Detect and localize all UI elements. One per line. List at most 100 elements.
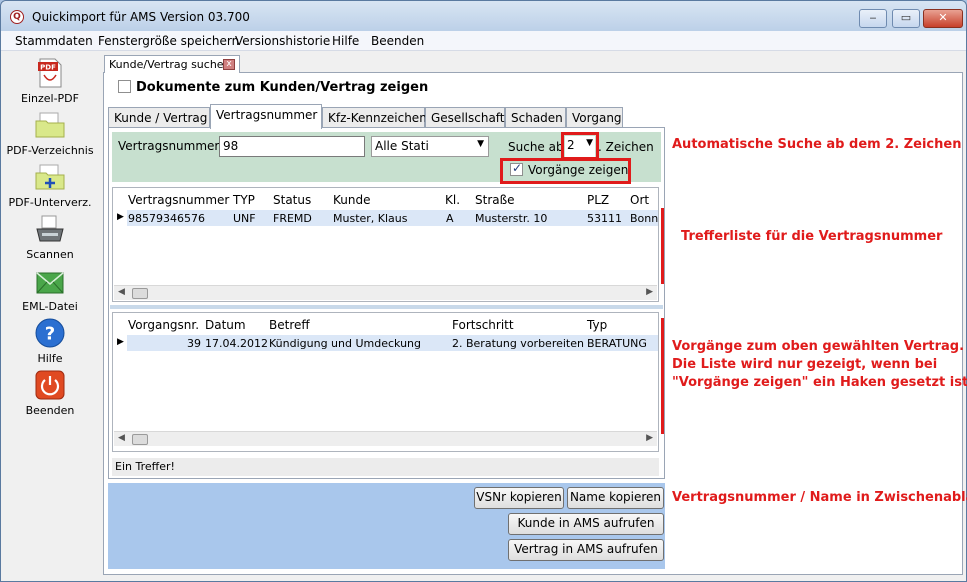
sidebar-item-eml-datei[interactable]: EML-Datei xyxy=(0,265,100,313)
chevron-down-icon: ▼ xyxy=(477,139,484,149)
chars-label: . Zeichen xyxy=(598,140,654,154)
copy-vsnr-button[interactable]: VSNr kopieren xyxy=(474,487,564,509)
contract-number-input[interactable]: 98 xyxy=(219,136,365,157)
sidebar-item-pdf-unterverz[interactable]: PDF-Unterverz. xyxy=(0,161,100,209)
scroll-thumb[interactable] xyxy=(132,434,148,445)
column-header[interactable]: PLZ xyxy=(587,193,609,207)
cell: Muster, Klaus xyxy=(333,212,408,225)
folder-icon xyxy=(34,109,66,141)
tab-kfz-kennzeichen[interactable]: Kfz-Kennzeichen xyxy=(322,107,427,128)
scroll-right-icon[interactable]: ▶ xyxy=(646,433,653,443)
open-customer-button[interactable]: Kunde in AMS aufrufen xyxy=(508,513,664,535)
tab-gesellschaft[interactable]: Gesellschaft xyxy=(425,107,505,128)
column-header[interactable]: Status xyxy=(273,193,311,207)
sidebar-item-pdf-verzeichnis[interactable]: PDF-Verzeichnis xyxy=(0,109,100,157)
sidebar: PDF Einzel-PDF PDF-Verzeichnis PDF-Unter… xyxy=(0,51,100,581)
cell: 98579346576 xyxy=(128,212,205,225)
sidebar-label: Beenden xyxy=(25,404,75,417)
scroll-left-icon[interactable]: ◀ xyxy=(118,287,125,297)
column-header[interactable]: Straße xyxy=(475,193,515,207)
minimize-button[interactable]: ‒ xyxy=(859,9,887,28)
horizontal-scrollbar[interactable]: ◀ ▶ xyxy=(114,431,657,446)
menu-hilfe[interactable]: Hilfe xyxy=(332,34,359,48)
scroll-left-icon[interactable]: ◀ xyxy=(118,433,125,443)
cell: UNF xyxy=(233,212,256,225)
cell: 2. Beratung vorbereiten xyxy=(452,337,584,350)
tab-vertragsnummer[interactable]: Vertragsnummer xyxy=(210,104,322,129)
pdf-icon: PDF xyxy=(34,57,66,89)
processes-grid: Vorgangsnr. Datum Betreff Fortschritt Ty… xyxy=(112,312,659,452)
subfolder-icon xyxy=(34,161,66,193)
scroll-right-icon[interactable]: ▶ xyxy=(646,287,653,297)
maximize-button[interactable]: ▭ xyxy=(892,9,920,28)
column-header[interactable]: Typ xyxy=(587,318,607,332)
scanner-icon xyxy=(34,213,66,245)
annotation-hit-list: Trefferliste für die Vertragsnummer xyxy=(681,229,943,244)
annotation-processes-line1: Vorgänge zum oben gewählten Vertrag. xyxy=(672,339,965,354)
menu-stammdaten[interactable]: Stammdaten xyxy=(15,34,93,48)
close-button[interactable]: ✕ xyxy=(923,9,963,28)
menu-bar: Stammdaten Fenstergröße speichern Versio… xyxy=(1,31,966,51)
sidebar-label: EML-Datei xyxy=(22,300,78,313)
status-select-value: Alle Stati xyxy=(375,139,429,153)
sidebar-label: Scannen xyxy=(26,248,74,261)
column-header[interactable]: Vorgangsnr. xyxy=(128,318,199,332)
column-header[interactable]: Kl. xyxy=(445,193,460,207)
column-header[interactable]: Fortschritt xyxy=(452,318,514,332)
table-row[interactable]: ▶ 39 17.04.2012 Kündigung und Umdeckung … xyxy=(113,335,658,351)
horizontal-scrollbar[interactable]: ◀ ▶ xyxy=(114,285,657,300)
column-header[interactable]: Betreff xyxy=(269,318,310,332)
sidebar-item-hilfe[interactable]: ? Hilfe xyxy=(0,317,100,365)
doc-tab-label: Kunde/Vertrag suchen xyxy=(109,58,231,71)
annotation-bracket xyxy=(661,208,664,284)
annotation-auto-search: Automatische Suche ab dem 2. Zeichen xyxy=(672,137,962,152)
column-header[interactable]: Kunde xyxy=(333,193,370,207)
app-icon: Q xyxy=(10,10,24,24)
sidebar-item-scannen[interactable]: Scannen xyxy=(0,213,100,261)
contracts-header: Vertragsnummer TYP Status Kunde Kl. Stra… xyxy=(113,188,658,208)
menu-beenden[interactable]: Beenden xyxy=(371,34,424,48)
cell: Musterstr. 10 xyxy=(475,212,548,225)
cell: 39 xyxy=(187,337,201,350)
sidebar-label: PDF-Verzeichnis xyxy=(6,144,94,157)
cell: Bonn xyxy=(630,212,659,225)
show-documents-label: Dokumente zum Kunden/Vertrag zeigen xyxy=(136,80,429,95)
column-header[interactable]: Vertragsnummer xyxy=(128,193,229,207)
cell: BERATUNG xyxy=(587,337,647,350)
scroll-thumb[interactable] xyxy=(132,288,148,299)
help-icon: ? xyxy=(34,317,66,349)
processes-header: Vorgangsnr. Datum Betreff Fortschritt Ty… xyxy=(113,313,658,333)
column-header[interactable]: Ort xyxy=(630,193,649,207)
highlight-box xyxy=(561,132,599,160)
tab-kunde-vertrag-suchen[interactable]: Kunde/Vertrag suchen x xyxy=(104,55,240,73)
menu-versionshistorie[interactable]: Versionshistorie xyxy=(235,34,330,48)
sidebar-label: Einzel-PDF xyxy=(21,92,79,105)
copy-name-button[interactable]: Name kopieren xyxy=(567,487,664,509)
email-icon xyxy=(34,265,66,297)
sidebar-item-einzel-pdf[interactable]: PDF Einzel-PDF xyxy=(0,57,100,105)
column-header[interactable]: TYP xyxy=(233,193,255,207)
tab-schaden[interactable]: Schaden xyxy=(505,107,566,128)
column-header[interactable]: Datum xyxy=(205,318,246,332)
contracts-grid: Vertragsnummer TYP Status Kunde Kl. Stra… xyxy=(112,187,659,302)
svg-text:PDF: PDF xyxy=(40,64,56,72)
sidebar-item-beenden[interactable]: Beenden xyxy=(0,369,100,417)
cell: 17.04.2012 xyxy=(205,337,268,350)
tab-kunde-vertrag[interactable]: Kunde / Vertrag xyxy=(108,107,210,128)
show-documents-checkbox[interactable]: Dokumente zum Kunden/Vertrag zeigen xyxy=(118,80,428,95)
row-pointer-icon: ▶ xyxy=(117,212,124,222)
sidebar-label: Hilfe xyxy=(37,352,63,365)
menu-fenstergroesse[interactable]: Fenstergröße speichern xyxy=(98,34,239,48)
window-title: Quickimport für AMS Version 03.700 xyxy=(32,10,250,24)
title-bar[interactable]: Q Quickimport für AMS Version 03.700 ‒ ▭… xyxy=(1,1,966,31)
splitter[interactable] xyxy=(110,305,663,309)
sidebar-label: PDF-Unterverz. xyxy=(8,196,92,209)
table-row[interactable]: ▶ 98579346576 UNF FREMD Muster, Klaus A … xyxy=(113,210,658,226)
tab-vorgang[interactable]: Vorgang xyxy=(566,107,623,128)
svg-text:?: ? xyxy=(45,324,55,345)
checkbox-box[interactable] xyxy=(118,80,131,93)
highlight-box xyxy=(500,158,631,184)
status-select[interactable]: Alle Stati ▼ xyxy=(371,136,489,157)
close-tab-icon[interactable]: x xyxy=(223,59,235,70)
open-contract-button[interactable]: Vertrag in AMS aufrufen xyxy=(508,539,664,561)
